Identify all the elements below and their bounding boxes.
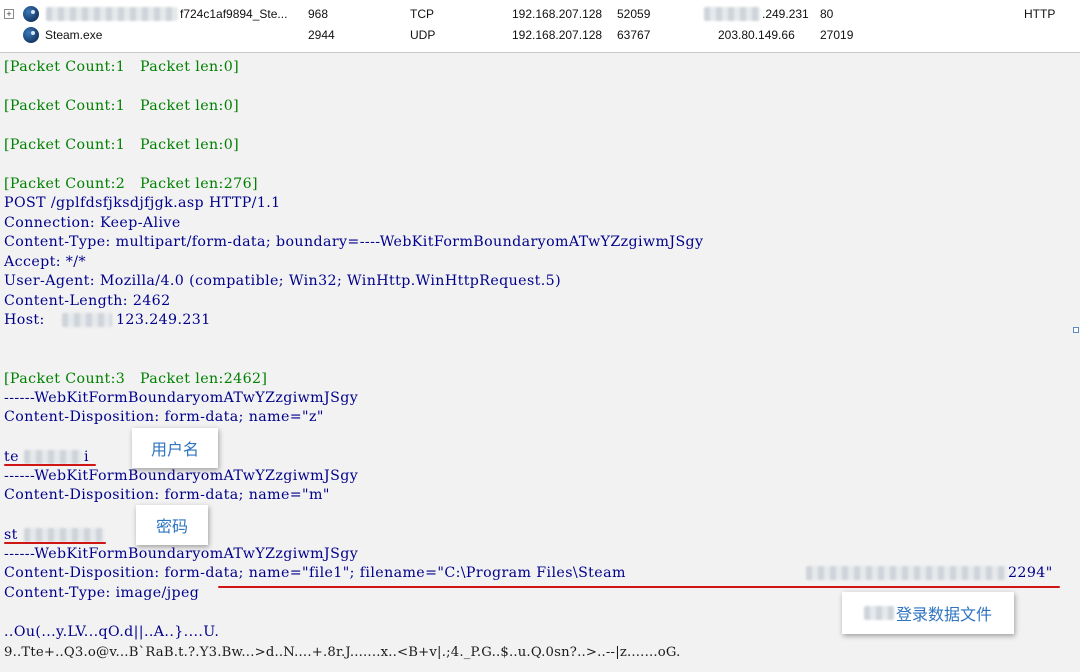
packet-header: [Packet Count:3 Packet len:2462] xyxy=(4,371,268,387)
filename-suffix: 2294" xyxy=(1008,565,1053,581)
packet-dump-view[interactable]: [Packet Count:1 Packet len:0] [Packet Co… xyxy=(0,52,1080,672)
http-host-label: Host: xyxy=(4,312,50,328)
app-protocol: HTTP xyxy=(1024,7,1056,21)
http-request-line: POST /gplfdsfjksdjfjgk.asp HTTP/1.1 xyxy=(4,195,281,211)
resize-handle-icon[interactable] xyxy=(1073,327,1079,333)
form-boundary: ------WebKitFormBoundaryomATwYZzgiwmJSgy xyxy=(4,468,359,484)
packet-header: [Packet Count:1 Packet len:0] xyxy=(4,59,240,75)
form-content-type: Content-Type: image/jpeg xyxy=(4,585,200,601)
remote-ip: 203.80.149.66 xyxy=(718,28,795,42)
steam-icon xyxy=(23,6,39,22)
password-callout: 密码 xyxy=(136,505,208,545)
http-header: User-Agent: Mozilla/4.0 (compatible; Win… xyxy=(4,273,562,289)
redacted-region xyxy=(24,450,82,464)
username-callout-label: 用户名 xyxy=(150,442,199,459)
form-boundary: ------WebKitFormBoundaryomATwYZzgiwmJSgy xyxy=(4,546,359,562)
http-host-value: 123.249.231 xyxy=(116,312,211,328)
remote-port: 27019 xyxy=(820,28,854,42)
highlight-underline xyxy=(4,542,106,544)
redacted-region xyxy=(62,313,112,327)
binary-data-line: ..Ou(...y.LV...qO.d||..A..}....U. xyxy=(4,624,220,640)
highlight-underline xyxy=(218,586,1060,588)
password-callout-label: 密码 xyxy=(155,519,188,536)
protocol: UDP xyxy=(410,28,436,42)
expand-toggle-icon[interactable]: + xyxy=(4,9,14,19)
redacted-region xyxy=(704,7,760,21)
protocol: TCP xyxy=(410,7,434,21)
local-port: 52059 xyxy=(617,7,651,21)
data-file-callout-label: 登录数据文件 xyxy=(895,607,992,624)
form-disposition: Content-Disposition: form-data; name="fi… xyxy=(4,565,626,581)
pid: 2944 xyxy=(308,28,335,42)
packet-header: [Packet Count:1 Packet len:0] xyxy=(4,98,240,114)
connection-row[interactable]: Steam.exe 2944 UDP 192.168.207.128 63767… xyxy=(0,25,1080,45)
redacted-region xyxy=(806,566,1006,580)
form-boundary: ------WebKitFormBoundaryomATwYZzgiwmJSgy xyxy=(4,390,359,406)
http-header: Connection: Keep-Alive xyxy=(4,215,181,231)
highlight-underline xyxy=(4,464,96,466)
form-disposition: Content-Disposition: form-data; name="z" xyxy=(4,409,324,425)
process-name: Steam.exe xyxy=(45,28,103,42)
connection-row[interactable]: + f724c1af9894_Ste... 968 TCP 192.168.20… xyxy=(0,4,1080,24)
packet-header: [Packet Count:2 Packet len:276] xyxy=(4,176,258,192)
form-disposition: Content-Disposition: form-data; name="m" xyxy=(4,487,330,503)
local-ip: 192.168.207.128 xyxy=(512,28,603,42)
http-header: Accept: */* xyxy=(4,254,86,270)
pid: 968 xyxy=(308,7,329,21)
binary-data-line: 9..Tte+..Q3.o@v...B`RaB.t.?.Y3.Bw...>d..… xyxy=(4,645,681,660)
redacted-region xyxy=(46,7,178,21)
local-port: 63767 xyxy=(617,28,651,42)
process-connection-table: + f724c1af9894_Ste... 968 TCP 192.168.20… xyxy=(0,0,1080,53)
data-file-callout: 登录数据文件 xyxy=(842,592,1014,634)
process-name: f724c1af9894_Ste... xyxy=(180,7,288,21)
steam-icon xyxy=(23,27,39,43)
http-header: Content-Length: 2462 xyxy=(4,293,171,309)
local-ip: 192.168.207.128 xyxy=(512,7,603,21)
packet-header: [Packet Count:1 Packet len:0] xyxy=(4,137,240,153)
username-callout: 用户名 xyxy=(132,428,218,468)
remote-ip: .249.231 xyxy=(762,7,809,21)
redacted-region xyxy=(863,606,894,620)
remote-port: 80 xyxy=(820,7,834,21)
http-header: Content-Type: multipart/form-data; bound… xyxy=(4,234,704,250)
redacted-region xyxy=(24,528,104,542)
